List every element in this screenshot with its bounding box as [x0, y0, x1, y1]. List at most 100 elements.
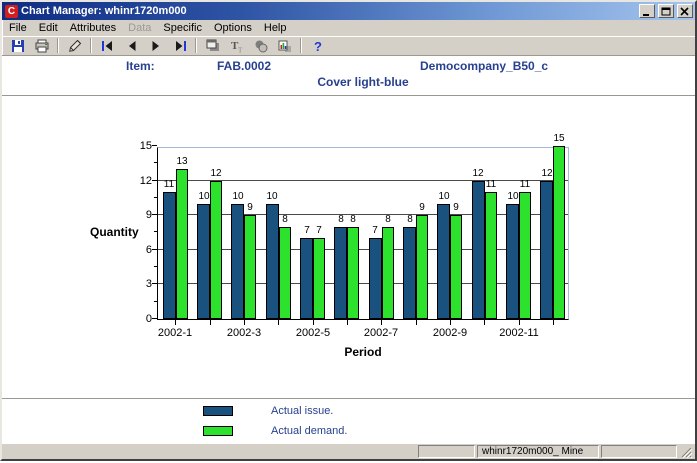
y-axis-minor-tick [154, 231, 157, 232]
floppy-disk-icon [10, 38, 26, 54]
menu-bar: FileEditAttributesDataSpecificOptionsHel… [2, 20, 695, 36]
menu-specific[interactable]: Specific [157, 21, 208, 35]
x-axis-tick [278, 320, 279, 325]
toolbar-separator [57, 38, 59, 53]
menu-data: Data [122, 21, 157, 35]
menu-attributes[interactable]: Attributes [64, 21, 122, 35]
bar-value-label: 10 [261, 192, 283, 202]
x-axis-tick [519, 320, 520, 325]
bar-value-label: 9 [445, 203, 467, 213]
y-axis-label: 15 [126, 140, 152, 152]
legend-label: Actual demand. [271, 425, 347, 437]
x-axis-label: 2002-7 [354, 327, 408, 339]
save-button[interactable] [6, 37, 29, 55]
next-record-button[interactable] [144, 37, 167, 55]
pencil-icon [67, 38, 83, 54]
chart-manager-window: C Chart Manager: whinr1720m000 FileEditA… [0, 0, 697, 461]
bar-chart-icon [277, 38, 293, 54]
toolbar: TT? [2, 36, 695, 56]
y-axis-title: Quantity [90, 225, 139, 239]
bar-value-label: 10 [502, 192, 524, 202]
x-axis-tick [244, 320, 245, 325]
close-button[interactable] [677, 4, 693, 18]
item-value: FAB.0002 [217, 59, 271, 73]
text-options-button[interactable]: TT [225, 37, 248, 55]
bar-value-label: 8 [342, 215, 364, 225]
chart-bar-demand [485, 192, 497, 319]
status-bar: whinr1720m000_ Mine [2, 443, 695, 459]
menu-edit[interactable]: Edit [33, 21, 64, 35]
x-axis-tick [210, 320, 211, 325]
window-icon [205, 38, 221, 54]
help-button[interactable]: ? [306, 37, 329, 55]
menu-file[interactable]: File [3, 21, 33, 35]
pie-chart-button[interactable] [249, 37, 272, 55]
chart-plot-area: 0369121511132002-110121092002-3108772002… [157, 147, 569, 320]
chart-bar-issue [300, 238, 313, 319]
chart-legend: Actual issue.Actual demand. [203, 405, 347, 443]
y-axis-tick [152, 283, 157, 284]
x-axis-label: 2002-11 [492, 327, 546, 339]
resize-grip[interactable] [679, 445, 693, 458]
chart-bar-issue [163, 192, 176, 319]
next-record-icon [148, 38, 164, 54]
first-record-button[interactable] [96, 37, 119, 55]
legend-item: Actual demand. [203, 425, 347, 437]
menu-options[interactable]: Options [208, 21, 258, 35]
chart-bar-demand [176, 169, 188, 319]
y-axis-minor-tick [154, 162, 157, 163]
x-axis-tick [347, 320, 348, 325]
chart-bar-issue [506, 204, 519, 319]
minimize-button[interactable] [639, 4, 655, 18]
y-axis-label: 9 [126, 209, 152, 221]
x-axis-label: 2002-3 [217, 327, 271, 339]
bar-value-label: 8 [377, 215, 399, 225]
printer-icon [34, 38, 50, 54]
last-record-icon [172, 38, 188, 54]
x-axis-tick [450, 320, 451, 325]
item-label: Item: [126, 59, 155, 73]
y-axis-tick [152, 214, 157, 215]
chart-bar-demand [416, 215, 428, 319]
chart-bar-issue [472, 181, 485, 319]
x-axis-tick [313, 320, 314, 325]
title-bar[interactable]: C Chart Manager: whinr1720m000 [2, 2, 695, 20]
y-axis-minor-tick [154, 266, 157, 267]
chart-bar-issue [334, 227, 347, 319]
display-options-button[interactable] [201, 37, 224, 55]
chart-bar-issue [197, 204, 210, 319]
bar-value-label: 8 [274, 215, 296, 225]
svg-text:?: ? [314, 39, 322, 54]
close-icon [680, 7, 690, 16]
app-icon: C [5, 5, 18, 18]
x-axis-tick [381, 320, 382, 325]
x-axis-tick [484, 320, 485, 325]
bar-value-label: 10 [193, 192, 215, 202]
bar-value-label: 11 [480, 180, 502, 190]
edit-button[interactable] [63, 37, 86, 55]
bar-chart-button[interactable] [273, 37, 296, 55]
previous-record-button[interactable] [120, 37, 143, 55]
x-axis-tick [175, 320, 176, 325]
bar-value-label: 12 [205, 169, 227, 179]
chart-client-area: Item: FAB.0002 Democompany_B50_c Cover l… [2, 56, 695, 443]
legend-separator [2, 398, 695, 399]
menu-help[interactable]: Help [258, 21, 293, 35]
bar-value-label: 7 [308, 226, 330, 236]
print-button[interactable] [30, 37, 53, 55]
legend-swatch [203, 406, 233, 416]
bar-value-label: 9 [411, 203, 433, 213]
bar-value-label: 9 [239, 203, 261, 213]
maximize-button[interactable] [658, 4, 674, 18]
last-record-button[interactable] [168, 37, 191, 55]
y-axis-minor-tick [154, 197, 157, 198]
x-axis-tick [553, 320, 554, 325]
x-axis-title: Period [157, 345, 569, 359]
chart-bar-demand [279, 227, 291, 319]
bar-value-label: 13 [171, 157, 193, 167]
x-axis-label: 2002-5 [286, 327, 340, 339]
bar-value-label: 8 [399, 215, 421, 225]
bar-value-label: 15 [548, 134, 570, 144]
svg-text:T: T [238, 46, 243, 54]
help-icon: ? [310, 38, 326, 54]
